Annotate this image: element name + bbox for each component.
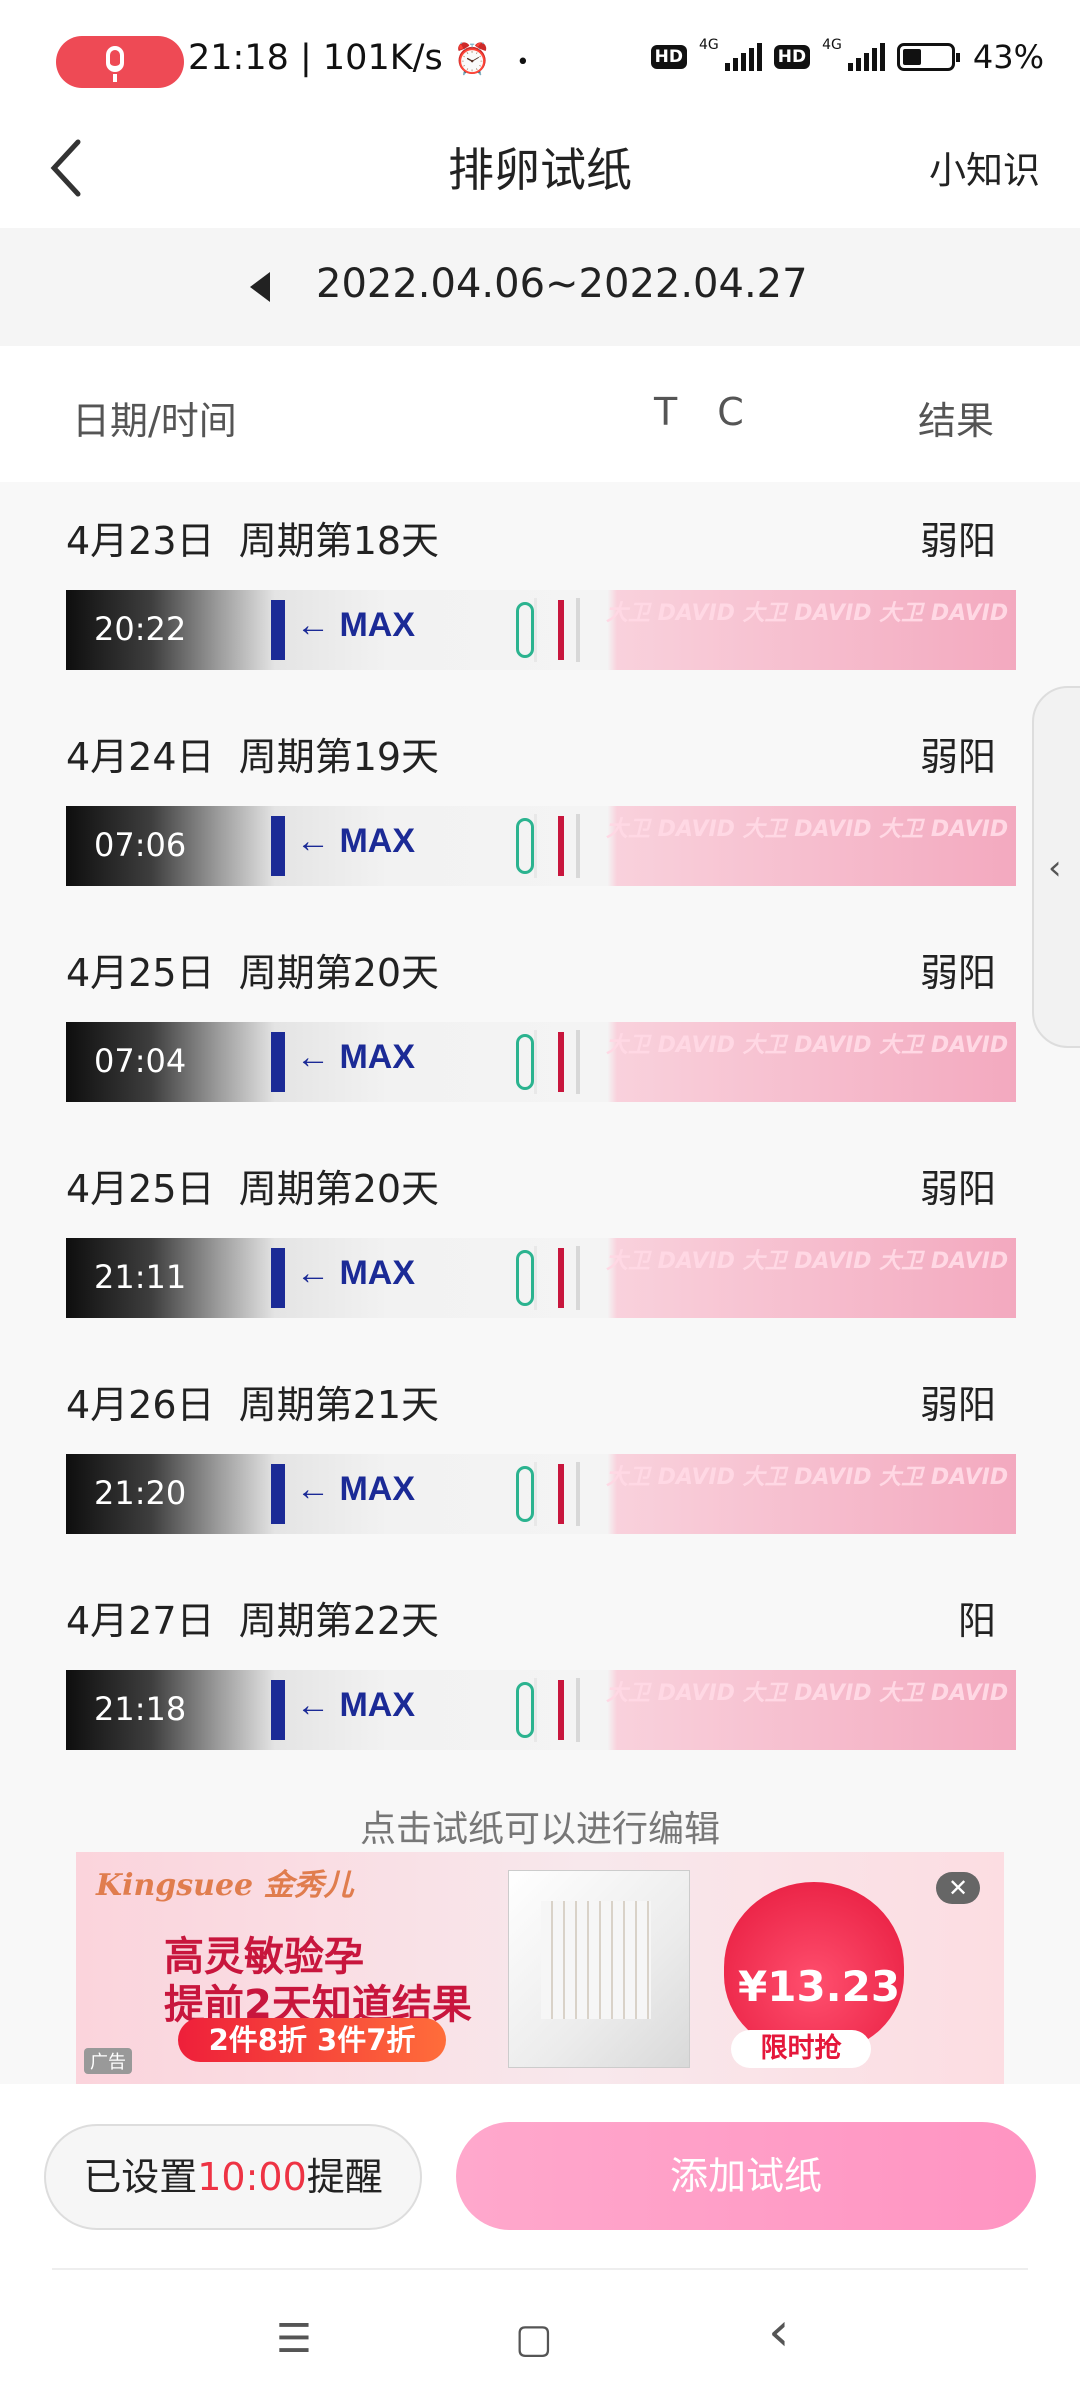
mic-indicator[interactable] xyxy=(56,36,184,88)
hd-badge-2: HD xyxy=(773,45,811,69)
record-cycle: 周期第20天 xyxy=(238,951,440,995)
test-strip-image[interactable]: 21:11 ← MAX 大卫 DAVID 大卫 DAVID 大卫 DAVID xyxy=(66,1238,1016,1318)
record-cycle: 周期第20天 xyxy=(238,1167,440,1211)
ad-close-icon[interactable]: ✕ xyxy=(936,1872,980,1904)
ad-flash-sale: 限时抢 xyxy=(731,2030,871,2068)
strip-brand-print: 大卫 DAVID 大卫 DAVID 大卫 DAVID xyxy=(606,817,1009,842)
strip-max-label: ← MAX xyxy=(296,606,415,644)
test-strip-image[interactable]: 20:22 ← MAX 大卫 DAVID 大卫 DAVID 大卫 DAVID xyxy=(66,590,1016,670)
record-cycle: 周期第18天 xyxy=(238,519,440,563)
test-strip-image[interactable]: 07:06 ← MAX 大卫 DAVID 大卫 DAVID 大卫 DAVID xyxy=(66,806,1016,886)
battery-percent: 43% xyxy=(972,38,1044,76)
home-nav-icon[interactable]: ▢ xyxy=(515,2316,553,2362)
signal-icon-2 xyxy=(847,43,885,71)
record-result: 弱阳 xyxy=(919,1167,996,1211)
menu-nav-icon[interactable]: ☰ xyxy=(276,2316,312,2362)
alarm-icon: ⏰ xyxy=(453,42,492,77)
strip-time: 21:20 xyxy=(94,1474,187,1512)
record-date: 4月26日 xyxy=(66,1383,215,1427)
ad-brand-logo: Kingsuee 金秀儿 xyxy=(96,1868,354,1903)
column-tc: T C xyxy=(654,390,758,434)
record-result: 弱阳 xyxy=(919,951,996,995)
strip-max-label: ← MAX xyxy=(296,1686,415,1724)
record-date: 4月25日 xyxy=(66,951,215,995)
strip-brand-print: 大卫 DAVID 大卫 DAVID 大卫 DAVID xyxy=(606,1033,1009,1058)
ad-price: ¥13.23 xyxy=(738,1962,901,2011)
strip-brand-print: 大卫 DAVID 大卫 DAVID 大卫 DAVID xyxy=(606,1249,1009,1274)
ad-label: 广告 xyxy=(84,2048,132,2074)
column-date-time: 日期/时间 xyxy=(72,399,237,443)
status-dot: • xyxy=(516,50,530,75)
reminder-button[interactable]: 已设置10:00提醒 xyxy=(44,2124,422,2230)
ad-product-image xyxy=(508,1870,690,2068)
date-range-text: 2022.04.06~2022.04.27 xyxy=(316,261,808,307)
battery-icon xyxy=(896,43,960,71)
divider xyxy=(52,2268,1028,2270)
side-drawer-handle[interactable]: ‹ xyxy=(1032,686,1080,1048)
strip-brand-print: 大卫 DAVID 大卫 DAVID 大卫 DAVID xyxy=(606,601,1009,626)
record-result: 弱阳 xyxy=(919,735,996,779)
test-strip-image[interactable]: 21:18 ← MAX 大卫 DAVID 大卫 DAVID 大卫 DAVID xyxy=(66,1670,1016,1750)
strip-time: 21:18 xyxy=(94,1690,187,1728)
strip-time: 07:06 xyxy=(94,826,187,864)
strip-time: 07:04 xyxy=(94,1042,187,1080)
record-date: 4月25日 xyxy=(66,1167,215,1211)
previous-range-icon[interactable] xyxy=(250,272,270,302)
record-date: 4月24日 xyxy=(66,735,215,779)
strip-brand-print: 大卫 DAVID 大卫 DAVID 大卫 DAVID xyxy=(606,1681,1009,1706)
back-nav-icon[interactable]: ‹ xyxy=(768,2300,790,2363)
test-strip-image[interactable]: 07:04 ← MAX 大卫 DAVID 大卫 DAVID 大卫 DAVID xyxy=(66,1022,1016,1102)
test-strip-image[interactable]: 21:20 ← MAX 大卫 DAVID 大卫 DAVID 大卫 DAVID xyxy=(66,1454,1016,1534)
strip-max-label: ← MAX xyxy=(296,1254,415,1292)
tips-link[interactable]: 小知识 xyxy=(929,140,1040,194)
reminder-time: 10:00 xyxy=(197,2155,307,2199)
signal-icon xyxy=(724,43,762,71)
strip-time: 20:22 xyxy=(94,610,187,648)
page-title: 排卵试纸 xyxy=(448,143,632,197)
hd-badge: HD xyxy=(650,45,687,69)
record-date: 4月27日 xyxy=(66,1599,215,1643)
strip-max-label: ← MAX xyxy=(296,1038,415,1076)
record-result: 弱阳 xyxy=(919,1383,996,1427)
record-result: 弱阳 xyxy=(919,519,996,563)
status-time-speed: 21:18 | 101K/s xyxy=(188,38,443,78)
record-cycle: 周期第19天 xyxy=(238,735,440,779)
add-test-strip-button[interactable]: 添加试纸 xyxy=(456,2122,1036,2230)
strip-time: 21:11 xyxy=(94,1258,187,1296)
strip-max-label: ← MAX xyxy=(296,822,415,860)
record-cycle: 周期第22天 xyxy=(238,1599,440,1643)
status-icons: HD 4G HD 4G 43% xyxy=(650,37,1044,76)
strip-max-label: ← MAX xyxy=(296,1470,415,1508)
ad-promo-pill: 2件8折 3件7折 xyxy=(178,2018,446,2062)
strip-brand-print: 大卫 DAVID 大卫 DAVID 大卫 DAVID xyxy=(606,1465,1009,1490)
record-date: 4月23日 xyxy=(66,519,215,563)
record-result: 阳 xyxy=(957,1599,996,1643)
microphone-icon xyxy=(106,46,124,72)
record-cycle: 周期第21天 xyxy=(238,1383,440,1427)
chevron-left-icon: ‹ xyxy=(1048,848,1062,888)
edit-hint-text: 点击试纸可以进行编辑 xyxy=(359,1809,720,1850)
ad-banner[interactable]: Kingsuee 金秀儿 高灵敏验孕 提前2天知道结果 2件8折 3件7折 ¥1… xyxy=(76,1852,1004,2084)
column-result: 结果 xyxy=(917,399,994,443)
